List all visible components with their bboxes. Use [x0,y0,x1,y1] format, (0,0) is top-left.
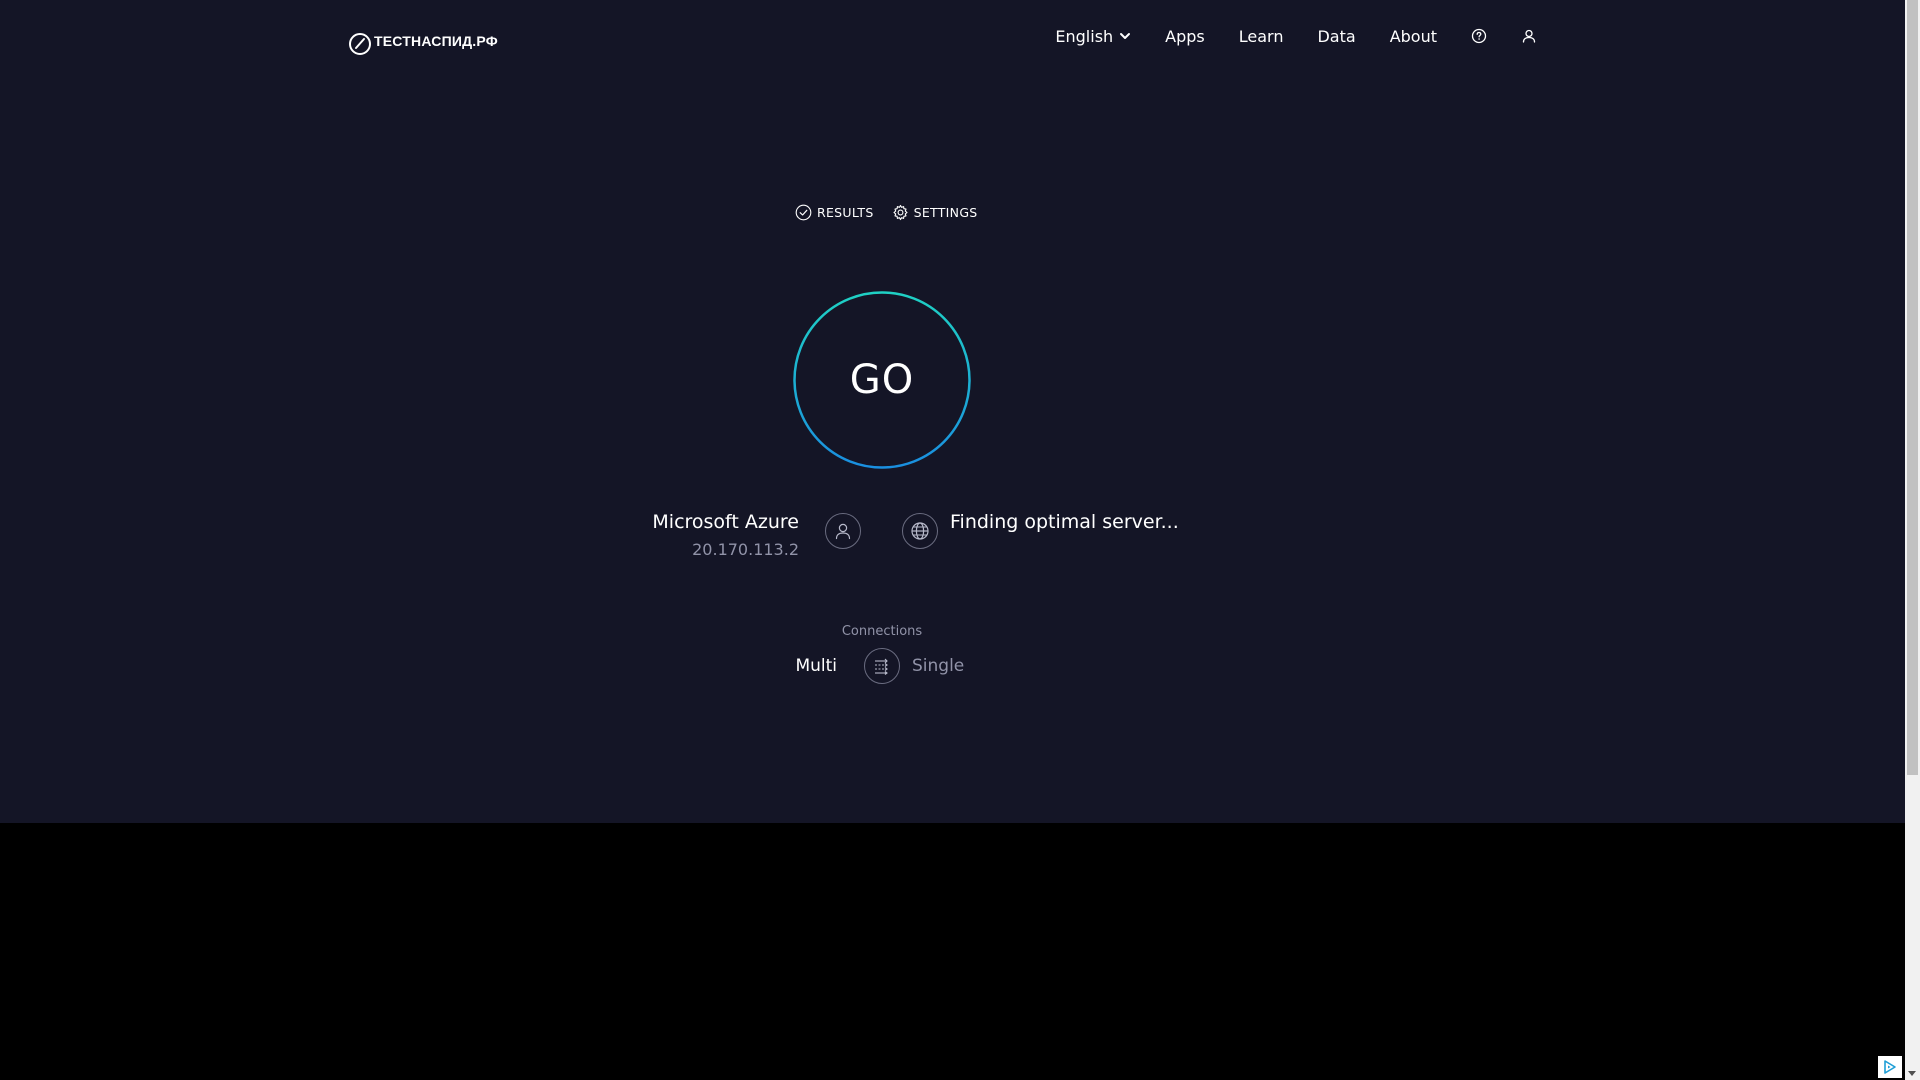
site-logo[interactable]: ТЕСТНАСПИД.РФ [348,32,498,56]
scrollbar-thumb[interactable] [1907,0,1918,775]
arrows-icon [875,658,888,675]
connections-single[interactable]: Single [912,656,964,676]
go-label: GO [849,357,915,403]
connections-toggle[interactable] [864,648,900,684]
result-tabs: RESULTS SETTINGS [795,204,978,221]
nav-data[interactable]: Data [1317,27,1355,46]
speedtest-main: ТЕСТНАСПИД.РФ English Apps Learn Data Ab… [0,0,1905,823]
connections-multi[interactable]: Multi [795,656,837,676]
isp-avatar [825,513,861,549]
adchoices-icon [1884,1060,1896,1074]
globe-icon [911,522,929,540]
logo-text: ТЕСТНАСПИД.РФ [374,33,498,49]
tab-results[interactable]: RESULTS [795,204,874,221]
question-circle-icon [1471,28,1487,44]
chevron-down-icon [1120,33,1131,39]
isp-info: Microsoft Azure 20.170.113.2 [652,509,799,563]
language-label: English [1055,26,1114,46]
user-icon [1522,29,1536,43]
account-button[interactable] [1521,28,1537,44]
server-status: Finding optimal server... [950,511,1179,533]
user-icon [835,523,851,540]
nav-apps[interactable]: Apps [1165,27,1205,46]
speedometer-icon [349,33,371,55]
connections-label: Connections [841,624,923,639]
vertical-scrollbar[interactable] [1905,0,1920,1080]
isp-ip: 20.170.113.2 [692,540,799,559]
top-nav: English Apps Learn Data About [1055,24,1537,48]
nav-about[interactable]: About [1390,27,1437,46]
adchoices-button[interactable] [1878,1056,1902,1078]
tab-settings[interactable]: SETTINGS [892,204,978,221]
page: ТЕСТНАСПИД.РФ English Apps Learn Data Ab… [0,0,1905,1080]
language-selector[interactable]: English [1055,27,1131,46]
help-button[interactable] [1471,28,1487,44]
tab-results-label: RESULTS [817,205,874,220]
tab-settings-label: SETTINGS [913,205,978,220]
server-selector[interactable] [902,513,938,549]
go-button[interactable]: GO [793,291,971,469]
check-circle-icon [795,204,812,221]
gear-icon [893,204,908,221]
scroll-down-arrow-icon[interactable] [1908,1071,1916,1076]
ad-area [0,823,1905,1080]
nav-learn[interactable]: Learn [1239,27,1284,46]
isp-name: Microsoft Azure [652,511,799,533]
